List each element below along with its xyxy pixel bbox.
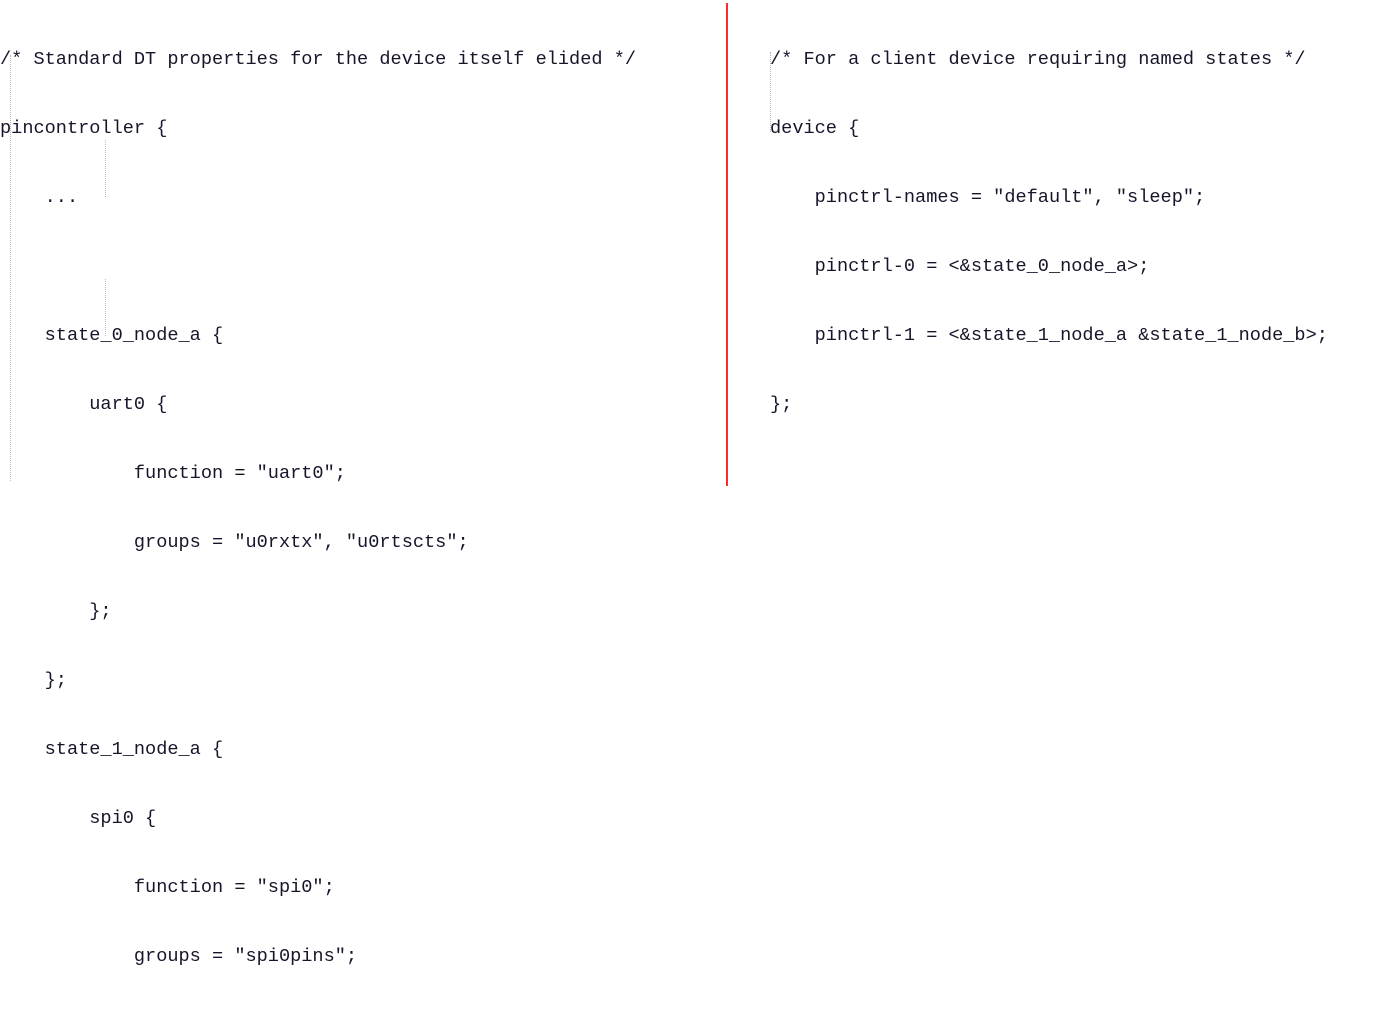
code-line: }; (0, 670, 67, 691)
code-line: }; (0, 601, 112, 622)
code-line: }; (770, 394, 793, 415)
code-line: pincontroller { (0, 118, 168, 139)
code-line: groups = "u0rxtx", "u0rtscts"; (0, 532, 469, 553)
code-line: function = "uart0"; (0, 463, 346, 484)
right-code-block: /* For a client device requiring named s… (770, 2, 1374, 462)
code-line: pinctrl-names = "default", "sleep"; (770, 187, 1206, 208)
code-line: /* Standard DT properties for the device… (0, 49, 637, 70)
code-line: pinctrl-1 = <&state_1_node_a &state_1_no… (770, 325, 1328, 346)
code-comparison-page: /* Standard DT properties for the device… (0, 0, 1374, 967)
code-line: state_1_node_a { (0, 739, 224, 760)
code-line: ... (0, 187, 79, 208)
code-line: pinctrl-0 = <&state_0_node_a>; (770, 256, 1150, 277)
code-line: device { (770, 118, 860, 139)
column-divider (726, 3, 728, 486)
code-line: /* For a client device requiring named s… (770, 49, 1306, 70)
code-line: uart0 { (0, 394, 168, 415)
code-line: state_0_node_a { (0, 325, 224, 346)
code-line: groups = "spi0pins"; (0, 946, 358, 967)
code-line: function = "spi0"; (0, 877, 335, 898)
code-line: spi0 { (0, 808, 157, 829)
left-code-block: /* Standard DT properties for the device… (0, 2, 720, 1014)
